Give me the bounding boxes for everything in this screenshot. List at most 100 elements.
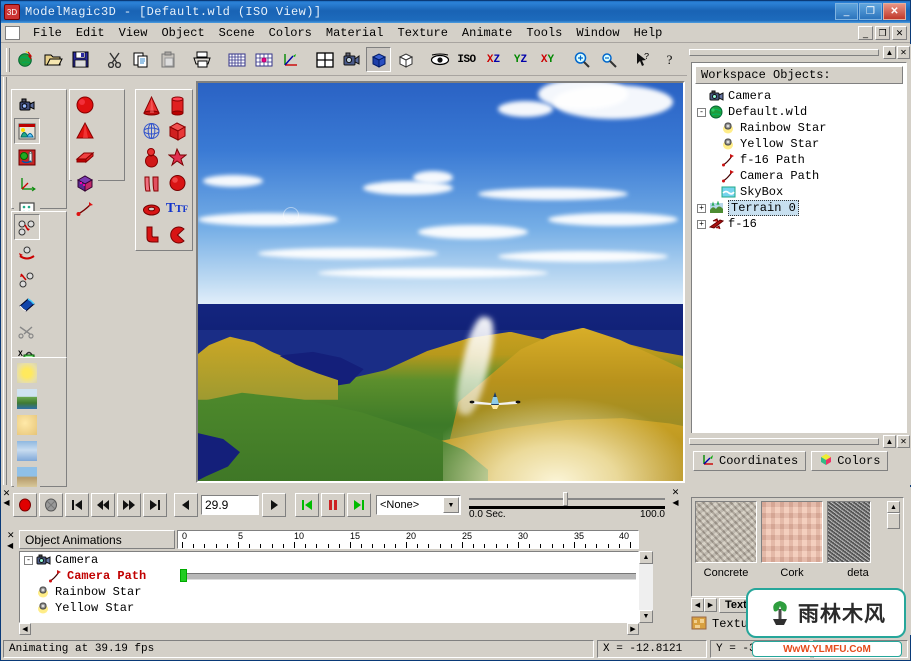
menu-edit[interactable]: Edit	[69, 24, 112, 42]
torus-shape[interactable]	[138, 196, 164, 222]
wedge-icon[interactable]	[72, 144, 98, 170]
scroll-up-button[interactable]: ▲	[639, 551, 653, 564]
lathe-shape[interactable]	[138, 144, 164, 170]
tree-node-camera[interactable]: Camera	[697, 88, 906, 104]
tree-node-terrain-0[interactable]: + Terrain 0	[697, 200, 906, 216]
panel-drag-rail[interactable]	[689, 48, 879, 56]
tab-scroll-left-button[interactable]: ◀	[691, 598, 704, 612]
iso-3d-viewport[interactable]	[196, 81, 685, 483]
tree-expander[interactable]: +	[697, 203, 706, 213]
scroll-down-button[interactable]: ▼	[639, 610, 653, 623]
menu-help[interactable]: Help	[627, 24, 670, 42]
menu-material[interactable]: Material	[319, 24, 391, 42]
sun-swatch[interactable]	[14, 360, 40, 386]
cork-swatch[interactable]	[761, 501, 823, 563]
tab-coordinates[interactable]: Coordinates	[693, 451, 807, 471]
close-button[interactable]: ✕	[883, 3, 906, 20]
tree-node-f16-path[interactable]: f-16 Path	[697, 152, 906, 168]
zoom-in-icon[interactable]	[569, 47, 594, 72]
minimize-button[interactable]: _	[835, 3, 858, 20]
new-world-icon[interactable]	[14, 47, 39, 72]
cone-icon[interactable]	[72, 118, 98, 144]
last-frame-button[interactable]	[143, 493, 167, 517]
path-icon[interactable]	[72, 196, 98, 222]
pause-button[interactable]	[321, 493, 345, 517]
record-button[interactable]	[13, 493, 37, 517]
paste-icon[interactable]	[156, 47, 181, 72]
tab-colors[interactable]: Colors	[811, 451, 889, 471]
current-time-field[interactable]: 29.9	[201, 495, 259, 515]
texture-item-cork[interactable]: Cork	[761, 501, 823, 593]
coord-drag-rail[interactable]	[689, 437, 879, 445]
cube-shape[interactable]	[164, 118, 190, 144]
landscape-swatch[interactable]	[14, 386, 40, 412]
wireframe-sphere-shape[interactable]	[138, 118, 164, 144]
animation-list-hscrollbar[interactable]: ◀ ▶	[19, 623, 639, 635]
copy-icon[interactable]	[129, 47, 154, 72]
elbow-shape[interactable]	[138, 222, 164, 248]
grid-icon[interactable]	[224, 47, 249, 72]
texture-scroll-thumb[interactable]	[887, 513, 900, 529]
four-view-icon[interactable]	[312, 47, 337, 72]
clouds-swatch[interactable]	[14, 438, 40, 464]
paint-icon[interactable]	[14, 292, 40, 318]
xy-view-icon[interactable]: XY	[535, 47, 560, 72]
tree-node-camera-path[interactable]: Camera Path	[697, 168, 906, 184]
cone-shape[interactable]	[138, 92, 164, 118]
texture-browser[interactable]: Concrete Cork deta ▲	[691, 497, 904, 597]
first-frame-button[interactable]	[65, 493, 89, 517]
sphere-shape[interactable]	[164, 170, 190, 196]
animation-list-vscrollbar[interactable]: ▲ ▼	[639, 551, 653, 623]
panel-collapse-button[interactable]: ▲	[883, 45, 896, 59]
menu-object[interactable]: Object	[154, 24, 211, 42]
anim-row-camera[interactable]: - Camera	[20, 552, 638, 568]
scroll-right-button[interactable]: ▶	[627, 623, 639, 635]
tree-node-skybox[interactable]: SkyBox	[697, 184, 906, 200]
concrete-swatch[interactable]	[695, 501, 757, 563]
anim-row-yellow-star[interactable]: Yellow Star	[20, 600, 638, 616]
checker-box-icon[interactable]	[72, 170, 98, 196]
texture-dock-grip[interactable]: ✕ ◀	[669, 487, 682, 523]
coord-collapse-button[interactable]: ▲	[883, 434, 896, 448]
world-object-icon[interactable]	[14, 118, 40, 144]
scroll-left-button[interactable]: ◀	[19, 623, 31, 635]
menu-view[interactable]: View	[112, 24, 155, 42]
help-icon[interactable]: ?	[657, 47, 682, 72]
tree-node-default-wld[interactable]: - Default.wld	[697, 104, 906, 120]
menu-animate[interactable]: Animate	[455, 24, 519, 42]
coord-close-button[interactable]: ✕	[897, 434, 910, 448]
texture-scroll-up-button[interactable]: ▲	[887, 501, 900, 513]
anim-expander[interactable]: -	[24, 555, 33, 565]
zoom-out-icon[interactable]	[596, 47, 621, 72]
menu-texture[interactable]: Texture	[391, 24, 455, 42]
step-back-button[interactable]	[174, 493, 198, 517]
play-end-button[interactable]	[347, 493, 371, 517]
axes-object-icon[interactable]	[14, 170, 40, 196]
move-joint-icon[interactable]	[14, 266, 40, 292]
pacman-shape[interactable]	[164, 222, 190, 248]
print-icon[interactable]	[190, 47, 215, 72]
rewind-button[interactable]	[91, 493, 115, 517]
maximize-button[interactable]: ❐	[859, 3, 882, 20]
anim-row-rainbow-star[interactable]: Rainbow Star	[20, 584, 638, 600]
texture-item-concrete[interactable]: Concrete	[695, 501, 757, 593]
texture-item-detail[interactable]: deta	[827, 501, 889, 593]
cut-icon[interactable]	[102, 47, 127, 72]
detail-noise-swatch[interactable]	[827, 501, 871, 563]
material-object-icon[interactable]	[14, 144, 40, 170]
chevron-down-icon[interactable]: ▼	[443, 497, 459, 513]
save-icon[interactable]	[68, 47, 93, 72]
panel-close-button[interactable]: ✕	[897, 45, 910, 59]
stop-record-button[interactable]	[39, 493, 63, 517]
menu-scene[interactable]: Scene	[212, 24, 262, 42]
wireframe-render-icon[interactable]	[393, 47, 418, 72]
axes-icon[interactable]	[278, 47, 303, 72]
play-start-button[interactable]	[295, 493, 319, 517]
camera-object-icon[interactable]	[14, 92, 40, 118]
open-icon[interactable]	[41, 47, 66, 72]
mdi-close-button[interactable]: ✕	[892, 26, 907, 40]
timeline-ruler[interactable]: 0 5 10 15 20 25 30 35 40	[177, 530, 639, 549]
timeline-slider[interactable]: 0.0 Sec. 100.0	[469, 490, 665, 520]
rotate-icon[interactable]	[14, 240, 40, 266]
yz-view-icon[interactable]: YZ	[508, 47, 533, 72]
